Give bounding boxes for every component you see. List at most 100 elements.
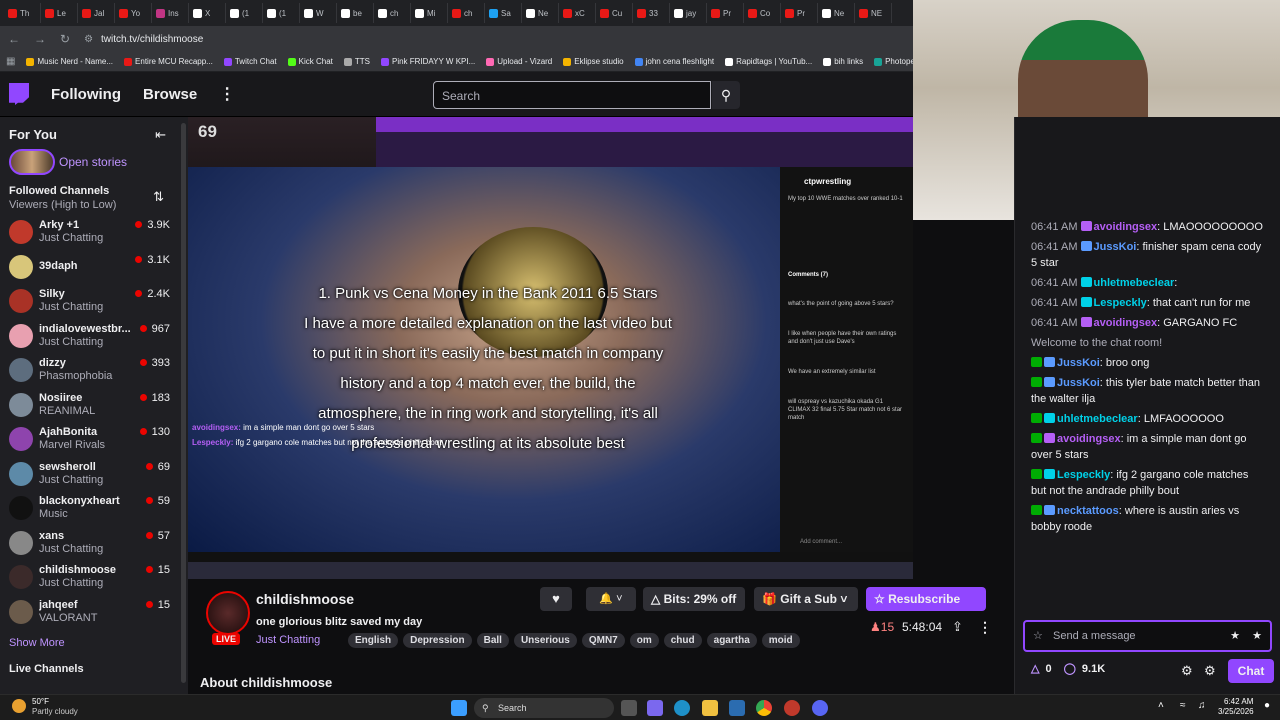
browser-tab[interactable]: Cu <box>596 3 633 23</box>
chat-username[interactable]: Lespeckly <box>1057 469 1110 481</box>
chat-username[interactable]: avoidingsex <box>1094 317 1158 329</box>
chat-username[interactable]: JussKoi <box>1057 357 1100 369</box>
forward-icon[interactable]: → <box>34 32 46 46</box>
bookmark-item[interactable]: Entire MCU Recapp... <box>124 57 213 66</box>
browser-tab[interactable]: Ins <box>152 3 189 23</box>
notifications-button[interactable]: 🔔 ˅ <box>586 587 636 611</box>
browser-tab[interactable]: X <box>189 3 226 23</box>
sidebar-channel[interactable]: jahqeef VALORANT 15 <box>0 595 188 630</box>
sidebar-channel[interactable]: 39daph 3.1K <box>0 250 188 285</box>
bookmark-item[interactable]: Eklipse studio <box>563 57 624 66</box>
site-info-icon[interactable]: ⚙ <box>84 34 93 45</box>
sidebar-channel[interactable]: xans Just Chatting 57 <box>0 526 188 561</box>
collapse-sidebar-icon[interactable]: ⇤ <box>155 127 166 147</box>
start-icon[interactable] <box>451 700 467 716</box>
url-field[interactable]: twitch.tv/childishmoose <box>101 34 203 45</box>
browser-tab[interactable]: ch <box>448 3 485 23</box>
mod-tools-icon[interactable]: ⚙ <box>1181 663 1193 679</box>
more-options-icon[interactable]: ⋮ <box>978 619 992 636</box>
sort-icon[interactable]: ⇅ <box>153 189 164 205</box>
stream-tag[interactable]: agartha <box>706 633 757 648</box>
sidebar-channel[interactable]: sewsheroll Just Chatting 69 <box>0 457 188 492</box>
wifi-icon[interactable]: ≈ <box>1180 700 1186 711</box>
copilot-icon[interactable] <box>647 700 663 716</box>
taskbar-search[interactable]: ⚲ Search <box>474 698 614 718</box>
stream-tag[interactable]: om <box>629 633 659 648</box>
reload-icon[interactable]: ↻ <box>60 32 70 46</box>
open-stories-row[interactable]: Open stories <box>0 147 188 177</box>
stream-category[interactable]: Just Chatting <box>256 634 320 646</box>
bookmark-item[interactable]: Twitch Chat <box>223 57 277 66</box>
browser-tab[interactable]: Yo <box>115 3 152 23</box>
browser-tab[interactable]: W <box>300 3 337 23</box>
chat-username[interactable]: necktattoos <box>1057 505 1119 517</box>
stream-tag[interactable]: QMN7 <box>581 633 625 648</box>
bookmark-item[interactable]: Music Nerd - Name... <box>26 57 113 66</box>
hype-icon[interactable]: ★ <box>1252 629 1262 642</box>
channel-points-icon[interactable]: △ <box>1031 662 1039 675</box>
sidebar-channel[interactable]: Arky +1 Just Chatting 3.9K <box>0 215 188 250</box>
bits-button[interactable]: △ Bits: 29% off <box>643 587 745 611</box>
browser-tab[interactable]: jay <box>670 3 707 23</box>
back-icon[interactable]: ← <box>8 32 20 46</box>
browser-tab[interactable]: ch <box>374 3 411 23</box>
bits-balance-icon[interactable]: ◯ <box>1064 662 1076 675</box>
clock-date[interactable]: 3/25/2026 <box>1218 707 1254 716</box>
bookmark-item[interactable]: john cena fleshlight <box>634 57 714 66</box>
stream-tag[interactable]: Unserious <box>513 633 577 648</box>
chat-username[interactable]: Lespeckly <box>1094 297 1147 309</box>
edge-icon[interactable] <box>674 700 690 716</box>
chat-send-button[interactable]: Chat <box>1228 659 1274 683</box>
stream-tag[interactable]: English <box>348 633 399 648</box>
browser-tab[interactable]: Mi <box>411 3 448 23</box>
bookmark-item[interactable]: Rapidtags | YouTub... <box>725 57 812 66</box>
streamer-name[interactable]: childishmoose <box>256 591 354 607</box>
bookmark-item[interactable]: Photopea <box>874 57 913 66</box>
sidebar-channel[interactable]: AjahBonita Marvel Rivals 130 <box>0 422 188 457</box>
sidebar-channel[interactable]: indialovewestbr... Just Chatting 967 <box>0 319 188 354</box>
stream-tag[interactable]: chud <box>663 633 702 648</box>
browser-tab[interactable]: Pr <box>707 3 744 23</box>
bookmark-item[interactable]: bih links <box>823 57 863 66</box>
browser-tab[interactable]: NE <box>855 3 892 23</box>
chat-username[interactable]: uhletmebeclear <box>1057 413 1138 425</box>
search-button[interactable]: ⚲ <box>712 81 740 109</box>
share-icon[interactable]: ⇪ <box>952 619 963 635</box>
resubscribe-button[interactable]: ☆ Resubscribe <box>866 587 986 611</box>
chat-input[interactable]: ☆ Send a message ★ ★ <box>1023 620 1272 652</box>
stream-tag[interactable]: Ball <box>476 633 509 648</box>
browser-tab[interactable]: Pr <box>781 3 818 23</box>
browser-tab[interactable]: xC <box>559 3 596 23</box>
app-icon[interactable] <box>784 700 800 716</box>
emote-picker-icon[interactable]: ☆ <box>1033 629 1043 642</box>
emote-icon[interactable]: ★ <box>1230 629 1240 642</box>
browser-tab[interactable]: 33 <box>633 3 670 23</box>
bookmark-item[interactable]: Pink FRIDAYY W KPI... <box>380 57 475 66</box>
streamer-avatar[interactable] <box>206 591 250 635</box>
chrome-icon[interactable] <box>756 700 772 716</box>
browser-tab[interactable]: (1 <box>226 3 263 23</box>
show-more-link[interactable]: Show More <box>0 629 188 649</box>
sidebar-scrollbar[interactable] <box>181 123 186 683</box>
browser-tab[interactable]: (1 <box>263 3 300 23</box>
browser-tab[interactable]: Sa <box>485 3 522 23</box>
notification-bell-icon[interactable]: ● <box>1264 700 1270 711</box>
stream-tag[interactable]: moid <box>761 633 800 648</box>
tray-chevron-icon[interactable]: ˄ <box>1158 700 1164 711</box>
file-explorer-icon[interactable] <box>702 700 718 716</box>
video-player[interactable]: 69 1. Punk vs Cena Money in the Bank 201… <box>188 117 913 579</box>
store-icon[interactable] <box>729 700 745 716</box>
sidebar-channel[interactable]: dizzy Phasmophobia 393 <box>0 353 188 388</box>
browser-tab[interactable]: Jal <box>78 3 115 23</box>
chat-username[interactable]: avoidingsex <box>1057 433 1121 445</box>
bookmark-item[interactable]: Kick Chat <box>287 57 333 66</box>
bookmark-item[interactable]: Upload - Vizard <box>486 57 552 66</box>
more-menu-icon[interactable]: ⋮ <box>219 84 235 104</box>
nav-browse[interactable]: Browse <box>143 86 197 103</box>
browser-tab[interactable]: Ne <box>522 3 559 23</box>
discord-icon[interactable] <box>812 700 828 716</box>
sidebar-channel[interactable]: Silky Just Chatting 2.4K <box>0 284 188 319</box>
task-view-icon[interactable] <box>621 700 637 716</box>
clock-time[interactable]: 6:42 AM <box>1224 697 1253 706</box>
chat-username[interactable]: JussKoi <box>1094 241 1137 253</box>
